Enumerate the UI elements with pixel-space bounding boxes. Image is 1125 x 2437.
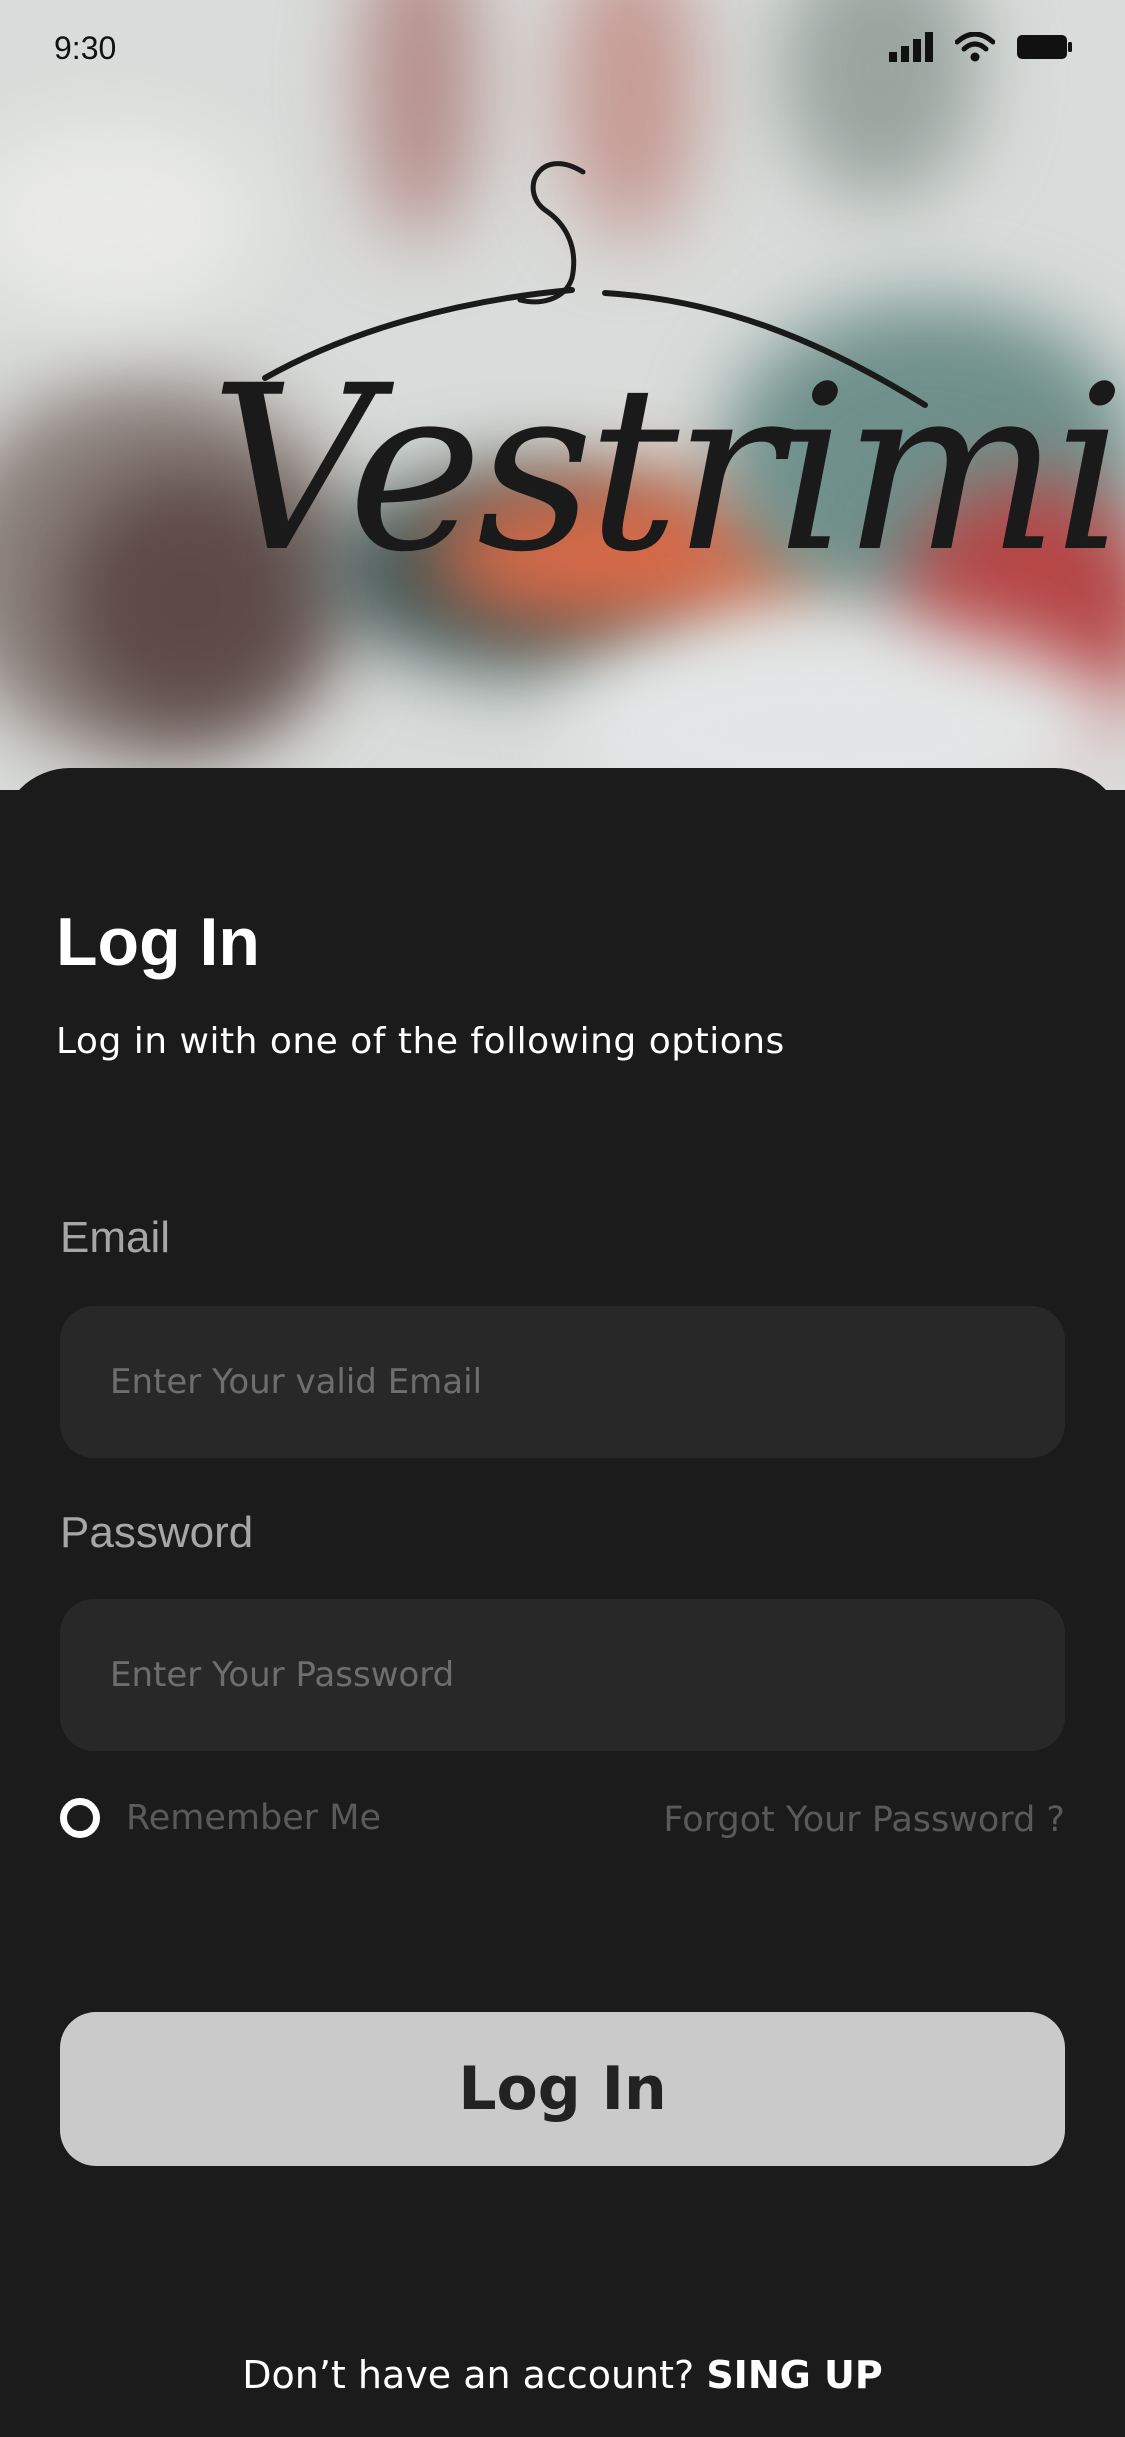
password-field[interactable] bbox=[60, 1599, 1065, 1751]
status-bar: 9:30 bbox=[0, 0, 1125, 100]
email-label: Email bbox=[60, 1213, 171, 1262]
email-field[interactable] bbox=[60, 1306, 1065, 1458]
vestrimi-logo: Vestrimi bbox=[200, 150, 1125, 620]
remember-me-label: Remember Me bbox=[126, 1798, 381, 1838]
page-title: Log In bbox=[56, 904, 260, 980]
hero-background: 9:30 Vestrimi bbox=[0, 0, 1125, 790]
logo-text: Vestrimi bbox=[210, 336, 1125, 602]
battery-icon bbox=[1017, 35, 1072, 59]
wifi-icon bbox=[955, 32, 995, 62]
password-label: Password bbox=[60, 1508, 254, 1557]
login-button[interactable]: Log In bbox=[60, 2012, 1065, 2166]
radio-icon[interactable] bbox=[60, 1798, 100, 1838]
status-time: 9:30 bbox=[54, 30, 117, 66]
cellular-signal-icon bbox=[889, 32, 933, 62]
signup-link[interactable]: SING UP bbox=[706, 2353, 882, 2397]
login-sheet: Log In Log in with one of the following … bbox=[0, 768, 1125, 2437]
forgot-password-link[interactable]: Forgot Your Password ? bbox=[663, 1800, 1065, 1840]
signup-row: Don’t have an account? SING UP bbox=[0, 2353, 1125, 2397]
signup-prompt: Don’t have an account? bbox=[242, 2353, 695, 2397]
remember-me-toggle[interactable]: Remember Me bbox=[60, 1798, 381, 1838]
page-subtitle: Log in with one of the following options bbox=[56, 1021, 785, 1062]
